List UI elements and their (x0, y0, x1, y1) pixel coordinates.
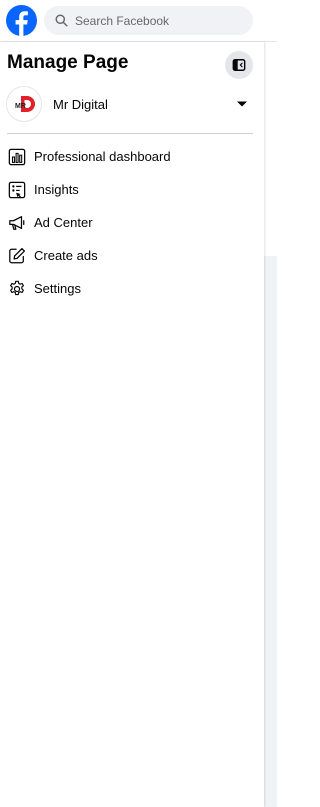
page-title: Manage Page (7, 52, 129, 73)
gear-icon (7, 279, 26, 298)
menu-item-professional-dashboard[interactable]: Professional dashboard (0, 140, 264, 173)
section-divider (7, 133, 253, 134)
facebook-logo-icon[interactable] (6, 5, 37, 36)
menu-item-insights[interactable]: Insights (0, 173, 264, 206)
manage-page-sidebar: Manage Page MR Mr Digital Professional d… (0, 42, 264, 807)
menu-item-label: Create ads (34, 248, 98, 263)
page-switcher[interactable]: MR Mr Digital (6, 86, 252, 122)
svg-text:MR: MR (15, 103, 26, 110)
menu-item-create-ads[interactable]: Create ads (0, 239, 264, 272)
search-bar[interactable] (44, 6, 253, 35)
megaphone-icon (7, 213, 26, 232)
search-icon (54, 14, 68, 28)
bar-chart-icon (7, 147, 26, 166)
facebook-manage-page-window: Manage Page MR Mr Digital (0, 0, 277, 807)
mr-digital-logo: MR (15, 96, 35, 112)
sidebar-collapse-icon (232, 59, 246, 71)
avatar: MR (6, 86, 42, 122)
search-input[interactable] (75, 13, 245, 28)
menu-item-ad-center[interactable]: Ad Center (0, 206, 264, 239)
pencil-icon (7, 246, 26, 265)
menu-item-label: Professional dashboard (34, 149, 171, 164)
insights-icon (7, 180, 26, 199)
menu-item-label: Insights (34, 182, 79, 197)
content-area-background (264, 256, 277, 807)
page-name: Mr Digital (53, 96, 108, 112)
top-navigation-bar (0, 0, 277, 42)
manage-page-menu: Professional dashboard Insights Ad Cente… (0, 140, 264, 305)
menu-item-label: Ad Center (34, 215, 93, 230)
chevron-down-icon[interactable] (236, 100, 248, 108)
collapse-sidebar-button[interactable] (225, 51, 253, 79)
menu-item-settings[interactable]: Settings (0, 272, 264, 305)
menu-item-label: Settings (34, 281, 81, 296)
